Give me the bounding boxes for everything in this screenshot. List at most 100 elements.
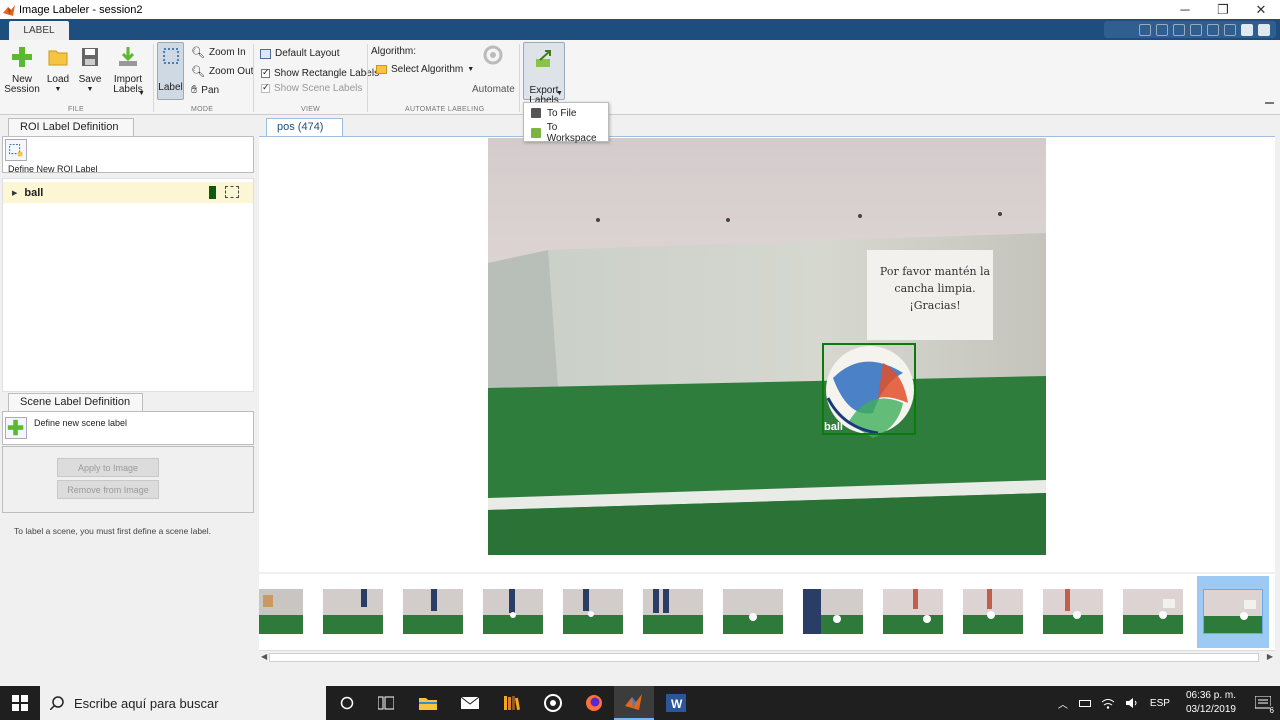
thumbnail[interactable] — [1123, 589, 1183, 634]
show-scene-labels-checkbox: Show Scene Labels — [261, 82, 362, 94]
collapse-ribbon-icon[interactable] — [1265, 102, 1274, 111]
wifi-icon[interactable] — [1101, 697, 1115, 709]
show-rect-labels-checkbox[interactable]: Show Rectangle Labels — [261, 67, 379, 79]
qa-copy-icon[interactable] — [1173, 23, 1185, 36]
clock[interactable]: 06:36 p. m. 03/12/2019 — [1186, 689, 1236, 717]
thumbnail[interactable] — [883, 589, 943, 634]
thumbnail[interactable] — [563, 589, 623, 634]
rectangle-type-icon — [225, 186, 239, 198]
matlab-logo-icon — [625, 694, 642, 710]
define-scene-button[interactable] — [5, 417, 27, 439]
define-roi-label: Define New ROI Label — [8, 164, 98, 174]
close-button[interactable]: ✕ — [1242, 0, 1280, 19]
roi-label-row[interactable]: ▶ ball — [3, 182, 253, 203]
speaker-icon[interactable] — [1125, 697, 1139, 709]
scene-actions-box: Apply to Image Remove from Image — [2, 446, 254, 513]
word-icon: W — [666, 694, 686, 712]
thumbnail[interactable] — [403, 589, 463, 634]
qa-save-icon[interactable] — [1139, 23, 1151, 36]
restore-button[interactable]: ❐ — [1204, 0, 1242, 19]
system-tray: ︿ ESP 06:36 p. m. 03/12/2019 6 — [1052, 686, 1280, 720]
new-session-button[interactable]: New Session — [4, 46, 40, 95]
define-scene-label: Define new scene label — [34, 418, 128, 428]
checkbox-checked-icon[interactable] — [261, 67, 270, 78]
language-indicator[interactable]: ESP — [1150, 698, 1170, 709]
menu-item-to-file[interactable]: To File — [524, 103, 608, 123]
menu-item-to-workspace[interactable]: To Workspace — [524, 122, 608, 144]
zoom-in-button[interactable]: 🔍︎ Zoom In — [191, 46, 246, 59]
window-title: Image Labeler - session2 — [19, 3, 143, 16]
label-color-swatch — [209, 186, 216, 199]
default-layout-button[interactable]: Default Layout — [260, 48, 340, 59]
windows-taskbar: Escribe aquí para buscar W ︿ ESP 06:36 p… — [0, 686, 1280, 720]
firefox-button[interactable] — [574, 686, 614, 720]
roi-label-list — [2, 178, 254, 392]
thumbnail[interactable] — [963, 589, 1023, 634]
media-player-button[interactable] — [533, 686, 573, 720]
help-icon[interactable] — [1258, 23, 1270, 36]
qa-redo-icon[interactable] — [1224, 23, 1236, 36]
scroll-left-icon[interactable]: ◀ — [261, 652, 267, 661]
start-button[interactable] — [0, 686, 40, 720]
image-display: Por favor mantén la cancha limpia. ¡Grac… — [259, 136, 1275, 572]
qa-paste-icon[interactable] — [1190, 23, 1202, 36]
layout-icon — [260, 48, 271, 59]
tab-label[interactable]: LABEL — [9, 21, 69, 40]
caret-right-icon[interactable]: ▶ — [12, 189, 17, 197]
scene-hint-text: To label a scene, you must first define … — [14, 526, 212, 536]
library-app-button[interactable] — [492, 686, 532, 720]
thumbnail[interactable] — [323, 589, 383, 634]
thumbnail[interactable] — [803, 589, 863, 634]
qa-undo-icon[interactable] — [1207, 23, 1219, 36]
chevron-up-icon[interactable]: ︿ — [1058, 696, 1068, 711]
hand-icon: ✋︎ — [191, 84, 198, 96]
image-tab[interactable]: pos (474) — [266, 118, 343, 136]
thumbnail[interactable] — [643, 589, 703, 634]
label-mode-button[interactable]: Label — [157, 42, 184, 100]
disc-icon — [544, 694, 562, 712]
rectangle-select-icon — [162, 48, 179, 64]
select-algorithm-dropdown[interactable]: Select Algorithm ▼ — [376, 64, 474, 75]
apply-to-image-button: Apply to Image — [57, 458, 159, 477]
thumbnail-selected[interactable] — [1203, 589, 1263, 634]
scroll-thumb[interactable] — [269, 653, 1259, 662]
save-button[interactable]: Save ▼ — [76, 46, 104, 95]
zoom-out-button[interactable]: 🔍︎ Zoom Out — [191, 65, 253, 78]
roi-label-definition-tab[interactable]: ROI Label Definition — [8, 118, 134, 136]
filmstrip-scrollbar[interactable]: ◀ ▶ — [259, 650, 1275, 664]
zoom-in-icon: 🔍︎ — [191, 47, 205, 59]
qa-cut-icon[interactable] — [1156, 23, 1168, 36]
bbox-label-text: ball — [824, 421, 843, 433]
define-roi-button[interactable] — [5, 139, 27, 161]
pan-button[interactable]: ✋︎ Pan — [191, 84, 219, 97]
mail-button[interactable] — [450, 686, 490, 720]
thumbnail[interactable] — [483, 589, 543, 634]
search-icon — [50, 696, 64, 710]
task-view-button[interactable] — [366, 686, 406, 720]
word-button[interactable]: W — [656, 686, 696, 720]
minimize-button[interactable]: ─ — [1166, 0, 1204, 19]
left-panel: ROI Label Definition Define New ROI Labe… — [0, 116, 257, 666]
algorithm-label: Algorithm: — [371, 46, 417, 57]
battery-icon[interactable] — [1078, 699, 1091, 707]
zoom-out-icon: 🔍︎ — [191, 66, 205, 78]
labeled-image[interactable]: Por favor mantén la cancha limpia. ¡Grac… — [488, 138, 1046, 555]
books-icon — [504, 696, 521, 711]
thumbnail[interactable] — [259, 589, 303, 634]
matlab-taskbar-button[interactable] — [614, 686, 654, 720]
qa-layout-icon[interactable] — [1241, 23, 1253, 36]
thumbnail[interactable] — [1043, 589, 1103, 634]
cortana-button[interactable] — [327, 686, 367, 720]
roi-define-box: Define New ROI Label — [2, 136, 254, 174]
import-labels-button[interactable]: Import Labels — [108, 46, 148, 95]
load-button[interactable]: Load ▼ — [44, 46, 72, 95]
scene-label-definition-tab[interactable]: Scene Label Definition — [8, 393, 143, 411]
folder-icon — [419, 698, 437, 710]
firefox-icon — [586, 695, 602, 711]
thumbnail[interactable] — [723, 589, 783, 634]
chevron-down-icon: ▼ — [138, 90, 145, 97]
file-explorer-button[interactable] — [408, 686, 448, 720]
taskbar-search[interactable]: Escribe aquí para buscar — [40, 686, 326, 720]
scroll-right-icon[interactable]: ▶ — [1267, 652, 1273, 661]
action-center-button[interactable]: 6 — [1246, 686, 1280, 720]
